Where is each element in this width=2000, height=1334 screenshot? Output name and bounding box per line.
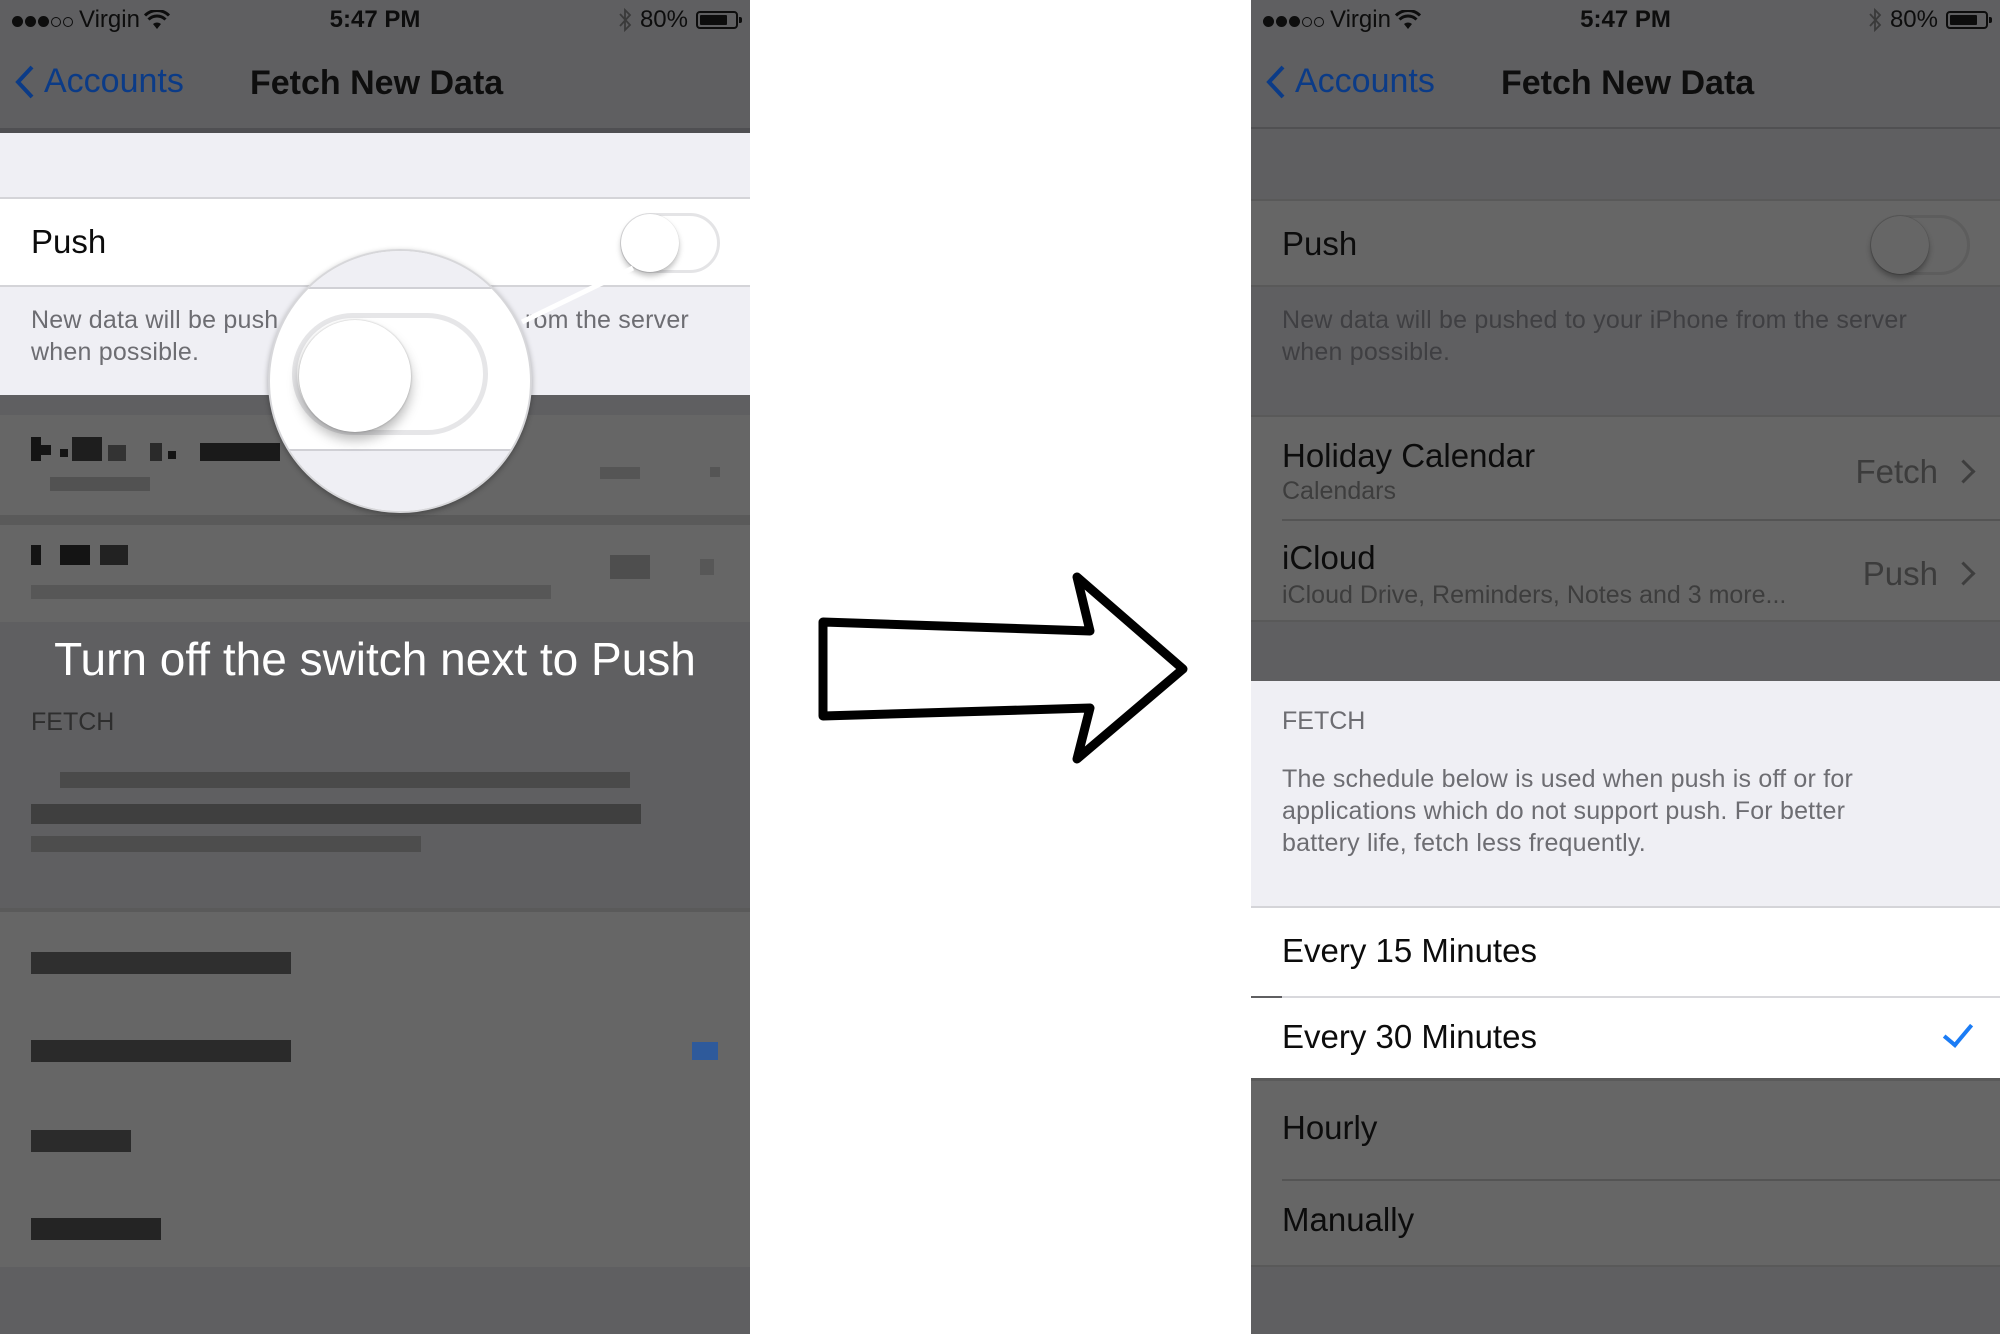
account-name: iCloud [1282, 539, 1376, 576]
chevron-left-icon [1266, 65, 1285, 98]
blurred-option[interactable] [31, 1130, 131, 1152]
fetch-option-manually[interactable]: Manually [1251, 1181, 2000, 1270]
account-name: Holiday Calendar [1282, 437, 1536, 474]
checkmark-icon [692, 1042, 718, 1060]
fetch-section: FETCH The schedule below is used when pu… [1251, 681, 2000, 908]
toggle-knob [1871, 216, 1929, 274]
push-label: Push [1282, 225, 1358, 262]
status-right: 80% [1868, 6, 1992, 34]
accounts-group: Holiday Calendar Calendars Fetch iCloud … [1251, 415, 2000, 622]
fetch-option-label: Every 15 Minutes [1282, 932, 1537, 969]
lens-section-band [270, 251, 530, 289]
checkmark-icon [1942, 1016, 1974, 1048]
page-title: Fetch New Data [1501, 64, 1755, 102]
battery-icon [1946, 11, 1992, 29]
account-subtitle: Calendars [1282, 477, 1396, 505]
right-screenshot: Virgin 5:47 PM 80% Accounts Fetch New Da… [1251, 0, 2000, 1334]
push-toggle[interactable] [1870, 215, 1970, 275]
left-screenshot: Virgin 5:47 PM 80% Accounts Fetch New Da… [0, 0, 750, 1334]
push-footer: New data will be pushed to your iPhone f… [1251, 287, 2000, 415]
status-bar: Virgin 5:47 PM 80% [1251, 0, 2000, 40]
fetch-option-label: Manually [1282, 1201, 1415, 1238]
account-mode: Fetch [1855, 453, 1938, 490]
arrow-right-icon [818, 572, 1188, 764]
blurred-fetch-description [31, 804, 641, 824]
blurred-option[interactable] [31, 952, 291, 974]
battery-percent: 80% [1889, 6, 1938, 33]
instruction-caption: Turn off the switch next to Push [54, 633, 696, 685]
bluetooth-icon [1869, 7, 1882, 33]
fetch-options-blurred [0, 908, 750, 1267]
fetch-option-every-15-minutes[interactable]: Every 15 Minutes [1251, 908, 2000, 996]
blurred-option[interactable] [31, 1040, 291, 1062]
magnified-toggle-knob [299, 320, 411, 432]
account-mode: Push [1862, 555, 1938, 592]
chevron-right-icon [1951, 561, 1976, 586]
fetch-options-dimmed: Hourly Manually [1251, 1078, 2000, 1267]
fetch-option-label: Hourly [1282, 1109, 1378, 1146]
magnifier-lens [268, 249, 532, 513]
nav-divider [1251, 127, 2000, 129]
push-footer-text: New data will be pushed to your iPhone f… [1282, 306, 1908, 366]
navigation-bar: Accounts Fetch New Data [1251, 40, 2000, 128]
fetch-section-header: FETCH [31, 708, 115, 736]
fetch-option-label: Every 30 Minutes [1282, 1018, 1537, 1055]
fetch-option-every-30-minutes[interactable]: Every 30 Minutes [1251, 998, 2000, 1078]
account-subtitle: iCloud Drive, Reminders, Notes and 3 mor… [1282, 581, 1787, 609]
back-label: Accounts [1295, 62, 1435, 100]
chevron-right-icon [1951, 459, 1976, 484]
blurred-fetch-description [60, 772, 630, 788]
fetch-option-hourly[interactable]: Hourly [1251, 1081, 2000, 1179]
account-row-icloud[interactable]: iCloud iCloud Drive, Reminders, Notes an… [1251, 521, 2000, 624]
blurred-option[interactable] [31, 1218, 161, 1240]
lens-section-band [270, 449, 530, 511]
blurred-fetch-description [31, 836, 421, 852]
push-row[interactable]: Push [1251, 199, 2000, 287]
magnified-push-toggle [292, 313, 488, 435]
fetch-description: The schedule below is used when push is … [1282, 765, 1853, 857]
back-button[interactable]: Accounts [1265, 62, 1435, 101]
fetch-section-header: FETCH [1282, 707, 1366, 735]
account-row-holiday-calendar[interactable]: Holiday Calendar Calendars Fetch [1251, 417, 2000, 520]
